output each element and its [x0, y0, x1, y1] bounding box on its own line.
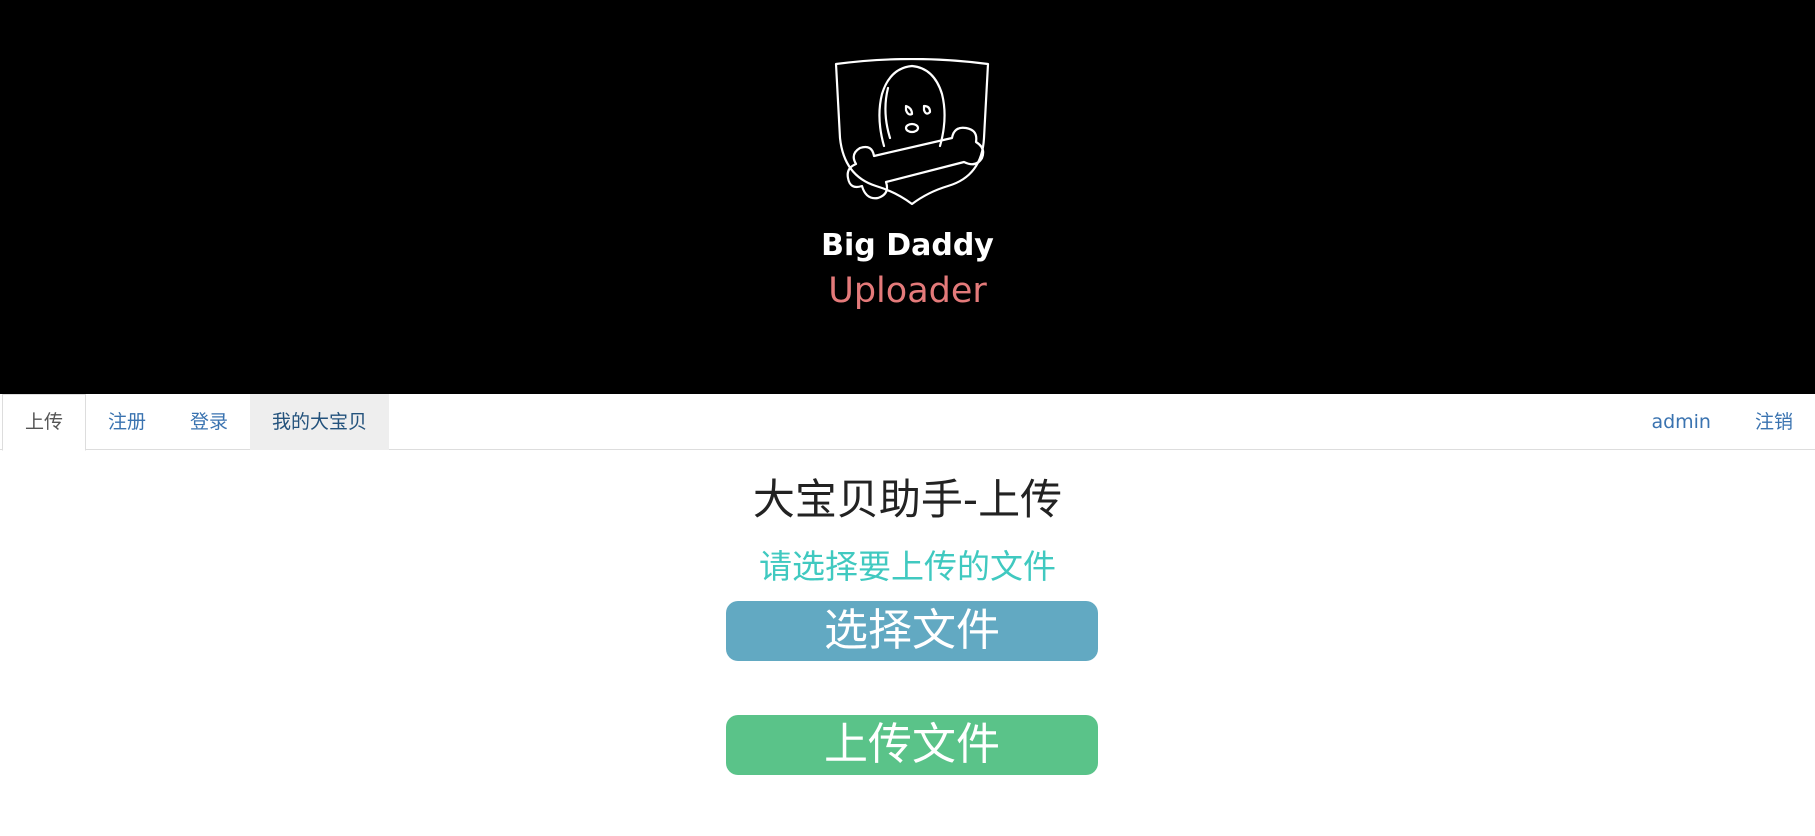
nav-left-group: 上传 注册 登录 我的大宝贝: [2, 394, 390, 451]
select-file-button[interactable]: 选择文件: [726, 601, 1098, 661]
dog-with-bone-logo-icon: [834, 58, 990, 206]
nav-tab-login[interactable]: 登录: [168, 394, 250, 450]
upload-file-button[interactable]: 上传文件: [726, 715, 1098, 775]
upload-prompt: 请选择要上传的文件: [759, 547, 1056, 586]
logo-title: Big Daddy: [821, 228, 994, 263]
logo-subtitle: Uploader: [828, 271, 987, 311]
page-title: 大宝贝助手-上传: [752, 475, 1063, 524]
nav-tab-upload[interactable]: 上传: [2, 394, 87, 451]
nav-user-admin[interactable]: admin: [1629, 394, 1733, 450]
header-banner: Big Daddy Uploader: [0, 0, 1815, 394]
nav-right-group: admin 注销: [1629, 394, 1815, 450]
nav-tab-register[interactable]: 注册: [86, 394, 168, 450]
nav-tabs: 上传 注册 登录 我的大宝贝 admin 注销: [0, 394, 1815, 451]
nav-logout[interactable]: 注销: [1733, 394, 1815, 450]
nav-tab-my-files[interactable]: 我的大宝贝: [250, 394, 390, 450]
